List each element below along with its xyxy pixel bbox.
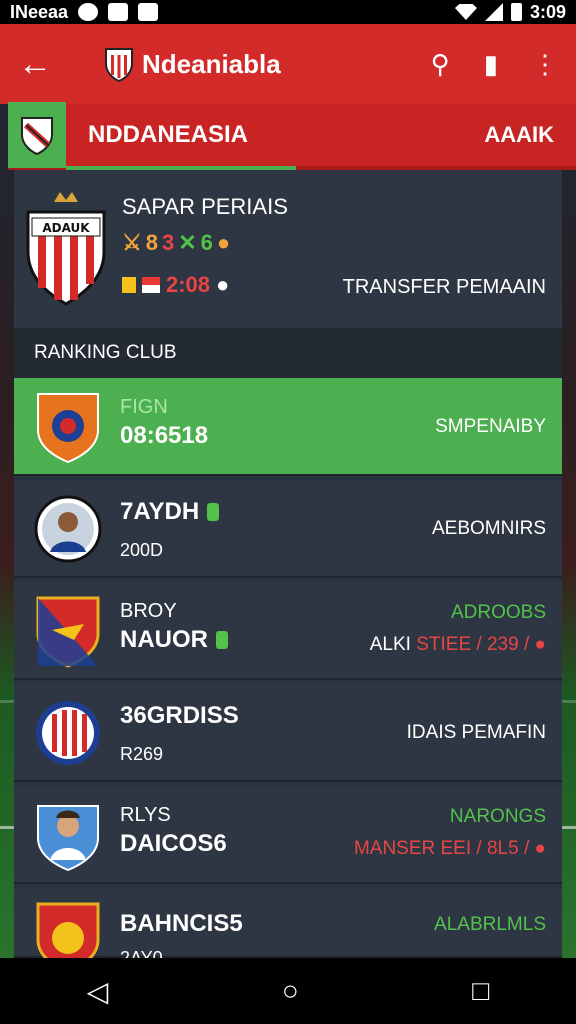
row-name: 7AYDH bbox=[120, 498, 220, 526]
online-indicator-icon bbox=[216, 631, 228, 649]
row-transfer[interactable]: MANSER EEI / 8L5 / ● bbox=[354, 838, 546, 860]
row-sub: R269 bbox=[120, 744, 164, 764]
player-avatar-icon bbox=[34, 495, 102, 563]
ranking-row[interactable]: BAHNCIS5 2AY0 ALABRLMLS bbox=[14, 888, 562, 974]
club-crest-large-icon: ADAUK bbox=[26, 192, 106, 306]
app-bar: ← Ndeaniabla ⚲ ▮ ⋮ bbox=[0, 24, 576, 104]
team-crest-box bbox=[8, 102, 66, 168]
club-card[interactable]: ADAUK SAPAR PERIAIS ⚔ 8 3 ✕ 6 ● 2:08 ● T… bbox=[14, 170, 562, 328]
row-value: 08:6518 bbox=[120, 422, 209, 449]
club-stats: ⚔ 8 3 ✕ 6 ● bbox=[122, 230, 230, 256]
app-icon bbox=[108, 3, 129, 21]
ranking-header: RANKING CLUB bbox=[14, 328, 562, 378]
home-nav-icon[interactable]: ○ bbox=[282, 975, 299, 1007]
row-name: DAICOS6 bbox=[120, 830, 227, 857]
wifi-icon bbox=[454, 4, 477, 20]
stat-value: 6 bbox=[200, 230, 213, 255]
back-arrow-icon[interactable]: ← bbox=[18, 45, 58, 84]
club-crest-icon bbox=[105, 48, 133, 82]
ranking-row[interactable]: BROY NAUOR ADROOBS ALKI STIEE / 239 / ● bbox=[14, 582, 562, 680]
club-crest-icon bbox=[36, 701, 100, 765]
ranking-title: RANKING CLUB bbox=[34, 342, 177, 363]
carrier-label: INeeaa bbox=[10, 1, 69, 22]
player-avatar-icon bbox=[37, 805, 99, 872]
svg-text:ADAUK: ADAUK bbox=[42, 221, 90, 235]
yellow-card-icon bbox=[122, 277, 136, 293]
row-tag: ADROOBS bbox=[450, 602, 546, 623]
ball-icon: ● bbox=[534, 838, 546, 859]
row-tag: NARONGS bbox=[449, 806, 546, 827]
back-nav-icon[interactable]: ◁ bbox=[87, 975, 109, 1008]
recents-nav-icon[interactable]: □ bbox=[472, 975, 489, 1007]
stat-icon-a: ⚔ bbox=[122, 230, 142, 255]
flag-icon bbox=[142, 277, 160, 293]
stat-value: 3 bbox=[161, 230, 175, 255]
match-date: 2:08 bbox=[166, 272, 211, 297]
row-label: RLYS bbox=[120, 804, 171, 826]
more-menu-icon[interactable]: ⋮ bbox=[532, 49, 558, 80]
club-crest-icon bbox=[37, 393, 99, 464]
notification-icon bbox=[78, 3, 99, 21]
row-transfer[interactable]: ALKI STIEE / 239 / ● bbox=[370, 634, 546, 656]
main-panel: ADAUK SAPAR PERIAIS ⚔ 8 3 ✕ 6 ● 2:08 ● T… bbox=[14, 170, 562, 974]
team-name: NDDANEASIA bbox=[88, 121, 249, 148]
row-action[interactable]: SMPENAIBY bbox=[435, 416, 546, 438]
signal-icon bbox=[484, 3, 503, 21]
club-name: SAPAR PERIAIS bbox=[122, 194, 288, 219]
image-icon bbox=[138, 3, 159, 21]
row-label: BROY bbox=[120, 600, 177, 622]
row-name: BAHNCIS5 bbox=[120, 910, 243, 937]
ranking-row[interactable]: RLYS DAICOS6 NARONGS MANSER EEI / 8L5 / … bbox=[14, 786, 562, 884]
transfer-link[interactable]: TRANSFER PEMAAIN bbox=[343, 276, 546, 299]
ranking-row[interactable]: 36GRDISS R269 IDAIS PEMAFIN bbox=[14, 684, 562, 782]
team-banner: NDDANEASIA AAAIK bbox=[8, 102, 576, 170]
ranking-list: FIGN 08:6518 SMPENAIBY 7AYDH 200D AEBOMN… bbox=[14, 378, 562, 974]
stat-icon-c: ✕ bbox=[178, 230, 197, 255]
status-bar: INeeaa 3:09 bbox=[0, 0, 576, 24]
clock: 3:09 bbox=[529, 1, 566, 22]
ranking-row[interactable]: 7AYDH 200D AEBOMNIRS bbox=[14, 480, 562, 578]
share-icon[interactable]: ⚲ bbox=[431, 49, 450, 80]
row-name: 36GRDISS bbox=[120, 702, 239, 729]
match-date-row: 2:08 ● bbox=[122, 272, 229, 298]
ball-icon: ● bbox=[534, 634, 546, 655]
online-indicator-icon bbox=[207, 503, 220, 521]
row-sub: 200D bbox=[120, 540, 164, 560]
row-action[interactable]: AEBOMNIRS bbox=[432, 518, 546, 540]
team-crest-icon bbox=[21, 117, 53, 155]
battery-icon bbox=[510, 3, 522, 21]
club-crest-icon bbox=[36, 596, 100, 668]
row-action[interactable]: IDAIS PEMAFIN bbox=[407, 722, 546, 744]
ranking-row[interactable]: FIGN 08:6518 SMPENAIBY bbox=[14, 378, 562, 476]
ball-icon: ● bbox=[216, 272, 230, 297]
system-nav-bar: ◁ ○ □ bbox=[0, 958, 576, 1024]
row-tag: ALABRLMLS bbox=[434, 914, 546, 935]
stat-value: 8 bbox=[145, 230, 158, 255]
bookmark-icon[interactable]: ▮ bbox=[484, 49, 498, 80]
banner-right-label[interactable]: AAAIK bbox=[484, 122, 554, 148]
app-title: Ndeaniabla bbox=[142, 48, 281, 79]
row-label: FIGN bbox=[120, 396, 168, 418]
ball-icon: ● bbox=[216, 230, 231, 255]
row-name: NAUOR bbox=[120, 626, 228, 654]
